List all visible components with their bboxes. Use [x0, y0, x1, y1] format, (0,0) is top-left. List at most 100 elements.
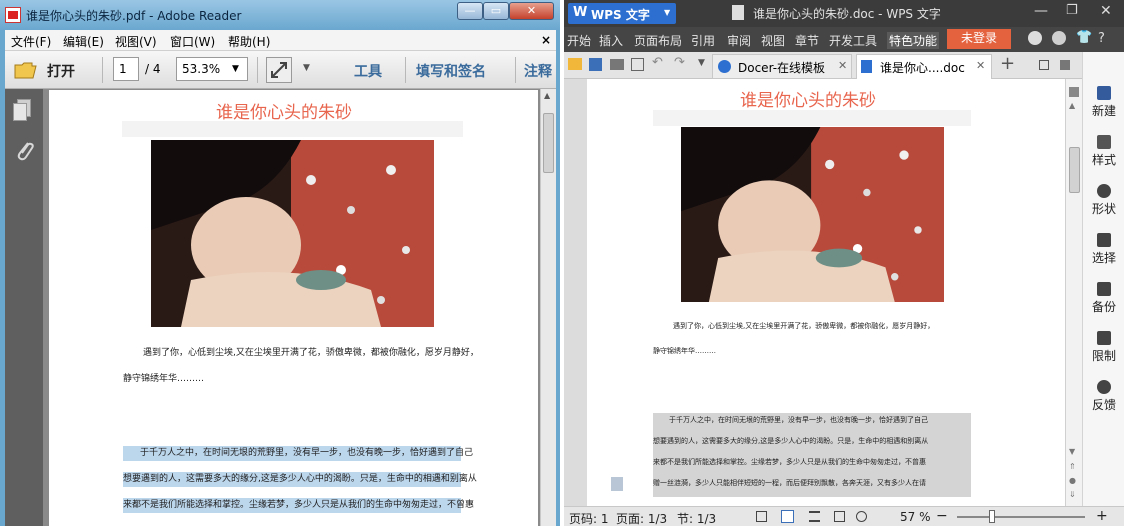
outline-view-icon[interactable] [809, 511, 820, 522]
shirt-icon[interactable]: 👕 [1076, 30, 1092, 45]
adobe-title-bar[interactable]: 谁是你心头的朱砂.pdf - Adobe Reader — ▭ ✕ [0, 0, 560, 30]
menu-help[interactable]: 帮助(H) [228, 33, 270, 50]
sidebar-item-label: 选择 [1091, 251, 1116, 265]
document-map-icon[interactable] [611, 477, 623, 491]
docer-icon [718, 60, 731, 73]
style-icon [1097, 135, 1111, 149]
open-folder-icon[interactable] [568, 58, 582, 70]
previous-page-icon[interactable]: ⇑ [1069, 462, 1076, 471]
page-number-input[interactable]: 1 [113, 57, 139, 81]
selected-text-block[interactable]: 于千万人之中，在时间无垠的荒野里，没有早一步，也没有晚一步，恰好遇到了自己 想要… [653, 413, 971, 497]
tab-list-icon[interactable] [1060, 60, 1070, 70]
scroll-thumb[interactable] [1069, 147, 1080, 193]
print-icon[interactable] [610, 59, 624, 70]
tab-close-icon[interactable]: ✕ [976, 59, 985, 72]
menu-references[interactable]: 引用 [691, 32, 715, 49]
attachment-icon[interactable] [14, 139, 36, 163]
help-icon[interactable]: ? [1098, 31, 1105, 46]
more-tools-icon[interactable]: ▼ [303, 63, 310, 73]
wps-app-label: WPS 文字 [591, 8, 650, 22]
next-page-icon[interactable]: ⇓ [1069, 490, 1076, 499]
folder-icon[interactable] [14, 60, 38, 80]
sidebar-item-new[interactable]: 新建 [1083, 86, 1124, 119]
menu-start[interactable]: 开始 [567, 32, 591, 49]
document-title: 谁是你心头的朱砂 [740, 91, 876, 111]
minimize-button[interactable]: — [457, 2, 483, 20]
redo-icon[interactable]: ↷ [674, 55, 685, 70]
maximize-button[interactable]: ▭ [483, 2, 509, 20]
backup-icon [1097, 282, 1111, 296]
menu-insert[interactable]: 插入 [599, 32, 623, 49]
scroll-down-icon[interactable]: ▼ [1069, 447, 1075, 456]
menu-window[interactable]: 窗口(W) [170, 33, 215, 50]
undo-icon[interactable]: ↶ [652, 55, 663, 70]
paragraph-1-line-1: 遇到了你，心低到尘埃,又在尘埃里开满了花，骄傲卑微，都被你融化，愿岁月静好， [673, 322, 935, 330]
menu-features[interactable]: 特色功能 [887, 32, 940, 49]
login-button[interactable]: 未登录 [947, 29, 1011, 49]
scroll-up-icon[interactable]: ▲ [544, 91, 550, 100]
open-button[interactable]: 打开 [47, 61, 75, 81]
menu-edit[interactable]: 编辑(E) [63, 33, 104, 50]
menu-review[interactable]: 审阅 [727, 32, 751, 49]
wps-app-button[interactable]: W WPS 文字 ▼ [568, 3, 676, 24]
fill-and-sign-button[interactable]: 填写和签名 [416, 61, 486, 81]
tools-button[interactable]: 工具 [354, 61, 382, 81]
sidebar-item-style[interactable]: 样式 [1083, 135, 1124, 168]
skin-icon[interactable] [1052, 31, 1066, 45]
wps-title-bar[interactable]: W WPS 文字 ▼ 谁是你心头的朱砂.doc - WPS 文字 — ❐ ✕ [564, 0, 1124, 27]
zoom-slider-thumb[interactable] [989, 510, 995, 523]
close-button[interactable]: ✕ [509, 2, 554, 20]
tab-close-icon[interactable]: ✕ [838, 59, 847, 72]
window-mode-icon[interactable] [1039, 60, 1049, 70]
menu-view[interactable]: 视图 [761, 32, 785, 49]
menu-file[interactable]: 文件(F) [11, 33, 51, 50]
full-screen-icon[interactable] [756, 511, 767, 522]
menu-chapter[interactable]: 章节 [795, 32, 819, 49]
web-view-icon[interactable] [834, 511, 845, 522]
zoom-in-button[interactable]: + [1096, 508, 1108, 524]
sidebar-item-select[interactable]: 选择 [1083, 233, 1124, 266]
menu-close-icon[interactable]: × [541, 33, 551, 47]
tab-document[interactable]: 谁是你心....doc ✕ [856, 54, 992, 80]
scroll-up-icon[interactable]: ▲ [1069, 101, 1075, 110]
sidebar-item-shape[interactable]: 形状 [1083, 184, 1124, 217]
sidebar-item-restrict[interactable]: 限制 [1083, 331, 1124, 364]
cloud-icon[interactable] [1028, 31, 1042, 45]
reading-view-icon[interactable] [856, 511, 867, 522]
scroll-thumb[interactable] [543, 113, 554, 173]
menu-developer[interactable]: 开发工具 [829, 32, 877, 49]
tab-docer[interactable]: Docer-在线模板 ✕ [712, 54, 852, 79]
save-icon[interactable] [589, 58, 602, 71]
sidebar-item-label: 形状 [1091, 202, 1116, 216]
toolbar-divider [515, 57, 516, 83]
paragraph-2-line-1: 于千万人之中，在时间无垠的荒野里，没有早一步，也没有晚一步，恰好遇到了自己 [123, 446, 473, 461]
zoom-slider[interactable] [957, 516, 1085, 518]
zoom-out-button[interactable]: − [936, 508, 948, 524]
select-browse-icon[interactable]: ● [1069, 476, 1076, 485]
adobe-window-title: 谁是你心头的朱砂.pdf - Adobe Reader [26, 9, 242, 23]
print-preview-icon[interactable] [631, 58, 644, 71]
quick-access-menu-icon[interactable]: ▼ [698, 58, 705, 68]
sidebar-item-backup[interactable]: 备份 [1083, 282, 1124, 315]
restore-button[interactable]: ❐ [1066, 3, 1078, 18]
paragraph-1-line-2: 静守锦绣年华……… [653, 347, 716, 355]
sidebar-item-label: 备份 [1091, 300, 1116, 314]
wps-menu-bar: 开始 插入 页面布局 引用 审阅 视图 章节 开发工具 特色功能 未登录 👕 ? [564, 27, 1124, 52]
close-button[interactable]: ✕ [1100, 3, 1112, 19]
pages-icon[interactable] [13, 99, 33, 121]
pdf-icon [5, 7, 21, 23]
ruler-toggle-icon[interactable] [1069, 87, 1079, 97]
wps-vertical-scrollbar[interactable]: ▲ ▼ ⇑ ● ⇓ [1065, 79, 1082, 506]
page-view-icon[interactable] [781, 510, 794, 523]
menu-page-layout[interactable]: 页面布局 [634, 32, 682, 49]
menu-view[interactable]: 视图(V) [115, 33, 157, 50]
minimize-button[interactable]: — [1034, 3, 1048, 19]
comment-button[interactable]: 注释 [524, 61, 552, 81]
sidebar-item-feedback[interactable]: 反馈 [1083, 380, 1124, 413]
fit-page-icon[interactable] [266, 57, 292, 83]
select-icon [1097, 233, 1111, 247]
adobe-vertical-scrollbar[interactable]: ▲ [540, 89, 556, 526]
new-tab-button[interactable]: + [1000, 53, 1015, 74]
zoom-select[interactable]: 53.3% ▼ [176, 57, 248, 81]
pdf-page: 谁是你心头的朱砂 遇到了你，心低到尘埃,又在尘埃里开满了花，骄傲卑微，都被你融化… [49, 90, 538, 526]
